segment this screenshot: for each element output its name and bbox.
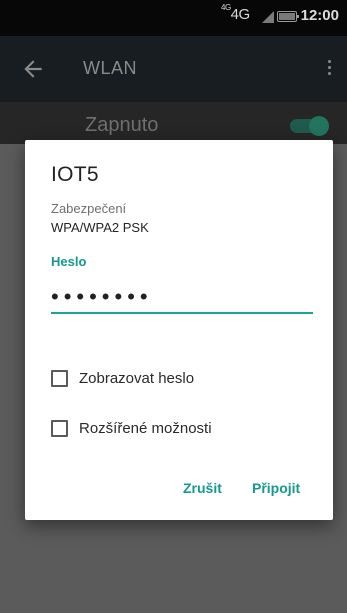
checkbox-box[interactable] [51,419,68,437]
overflow-menu-icon[interactable] [325,58,333,80]
show-password-label: Zobrazovat heslo [79,369,195,387]
page-title: WLAN [83,58,138,78]
advanced-options-checkbox[interactable]: Rozšířené možnosti [51,418,212,438]
battery-icon [277,11,299,22]
back-arrow-icon[interactable] [20,56,46,82]
app-bar: WLAN [0,36,347,102]
cancel-button[interactable]: Zrušit [183,480,222,496]
status-time: 12:00 [300,7,339,24]
toggle-label: Zapnuto [85,114,159,136]
wlan-toggle-row[interactable]: Zapnuto [0,102,347,144]
password-input[interactable] [51,284,313,314]
password-label: Heslo [51,254,87,269]
toggle-thumb [309,116,329,136]
signal-icon [262,11,274,23]
wifi-connect-dialog: IOT5 Zabezpečení WPA/WPA2 PSK Heslo Zobr… [25,140,333,520]
checkbox-box[interactable] [51,369,68,387]
connect-button[interactable]: Připojit [252,480,300,496]
dialog-title: IOT5 [51,163,99,186]
security-label: Zabezpečení [51,201,127,216]
wlan-toggle-switch[interactable] [290,116,329,136]
screen: 4G4G 12:00 WLAN Zapnuto IOT5 Zabezpečení… [0,0,347,613]
status-bar: 4G4G 12:00 [0,0,347,36]
network-type: 4G [230,6,251,23]
advanced-options-label: Rozšířené možnosti [79,419,212,437]
network-4g-icon: 4G4G [221,3,251,23]
show-password-checkbox[interactable]: Zobrazovat heslo [51,368,194,388]
security-value: WPA/WPA2 PSK [51,220,149,235]
